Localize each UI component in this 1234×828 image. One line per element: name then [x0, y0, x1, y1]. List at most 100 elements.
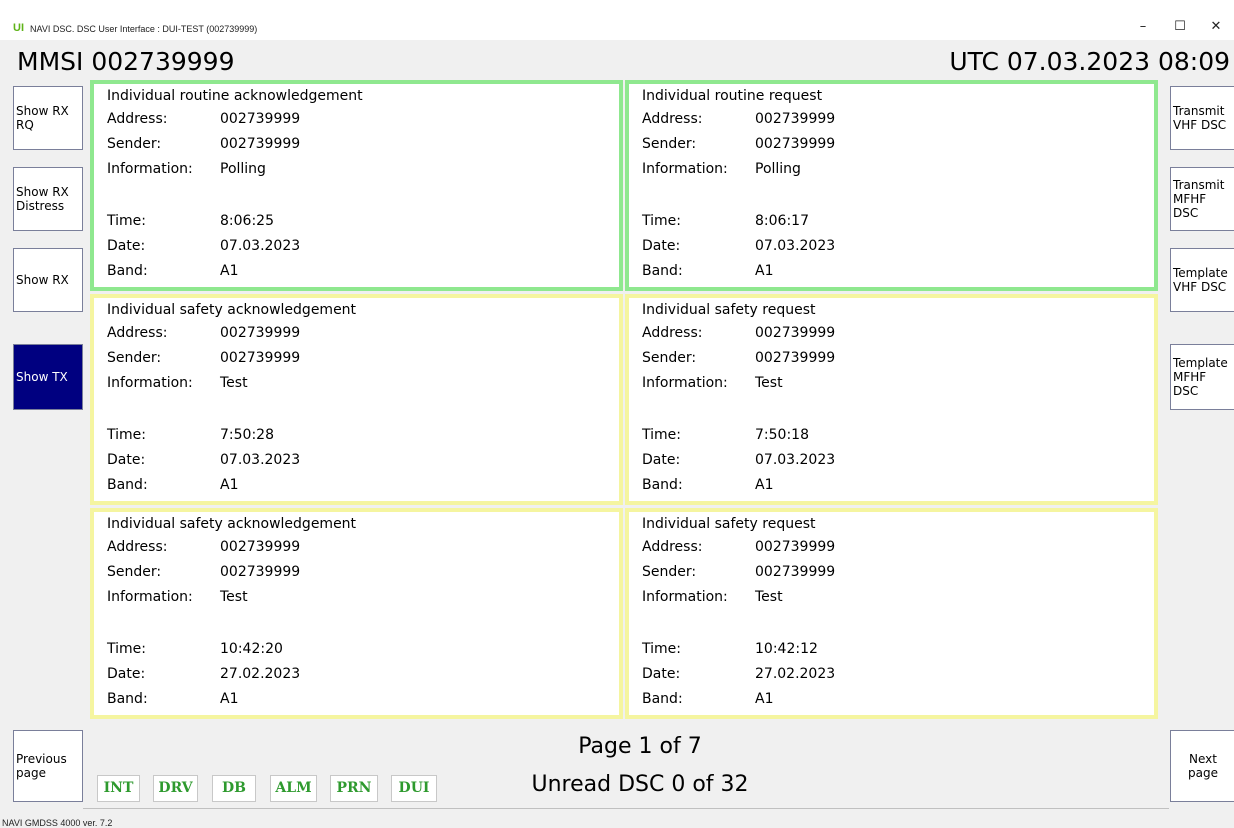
message-title: Individual routine request [642, 88, 823, 104]
field-value-information: Polling [220, 161, 266, 177]
field-value-sender: 002739999 [220, 564, 301, 580]
drv-button[interactable]: DRV [153, 775, 198, 802]
field-label-sender: Sender: [107, 136, 162, 152]
field-label-band: Band: [107, 691, 148, 707]
title-bar: UI NAVI DSC. DSC User Interface : DUI-TE… [0, 0, 1234, 40]
dsc-message-card[interactable]: Individual safety acknowledgement Address… [90, 508, 623, 719]
show-rx-rq-button[interactable]: Show RX RQ [13, 86, 83, 150]
int-button[interactable]: INT [97, 775, 140, 802]
unread-counter: Unread DSC 0 of 32 [531, 772, 749, 797]
transmit-mfhf-dsc-button[interactable]: Transmit MFHF DSC [1170, 167, 1234, 231]
minimize-button[interactable]: – [1130, 18, 1156, 36]
field-label-band: Band: [107, 477, 148, 493]
bottom-divider [83, 808, 1169, 809]
field-value-band: A1 [220, 477, 239, 493]
field-value-sender: 002739999 [220, 136, 301, 152]
field-label-address: Address: [107, 111, 168, 127]
show-rx-button[interactable]: Show RX [13, 248, 83, 312]
field-label-sender: Sender: [107, 564, 162, 580]
field-value-address: 002739999 [220, 111, 301, 127]
dsc-message-card[interactable]: Individual routine acknowledgement Addres… [90, 80, 623, 291]
close-button[interactable]: ✕ [1203, 18, 1229, 36]
field-value-time: 7:50:18 [755, 427, 809, 443]
show-tx-button[interactable]: Show TX [13, 344, 83, 410]
field-value-date: 27.02.2023 [755, 666, 836, 682]
field-label-address: Address: [642, 325, 703, 341]
field-value-band: A1 [220, 691, 239, 707]
transmit-vhf-dsc-button[interactable]: Transmit VHF DSC [1170, 86, 1234, 150]
page-indicator: Page 1 of 7 [578, 734, 702, 759]
field-value-date: 07.03.2023 [220, 452, 301, 468]
maximize-button[interactable]: ☐ [1167, 18, 1193, 36]
field-value-information: Test [220, 589, 248, 605]
field-value-information: Polling [755, 161, 801, 177]
field-value-sender: 002739999 [755, 350, 836, 366]
field-value-date: 07.03.2023 [220, 238, 301, 254]
template-vhf-dsc-button[interactable]: Template VHF DSC [1170, 248, 1234, 312]
field-label-sender: Sender: [642, 564, 697, 580]
template-mfhf-dsc-button[interactable]: Template MFHF DSC [1170, 344, 1234, 410]
field-label-sender: Sender: [642, 350, 697, 366]
dsc-message-card[interactable]: Individual safety acknowledgement Address… [90, 294, 623, 505]
field-label-information: Information: [642, 589, 728, 605]
field-label-sender: Sender: [642, 136, 697, 152]
prn-button[interactable]: PRN [330, 775, 378, 802]
window-title: NAVI DSC. DSC User Interface : DUI-TEST … [30, 24, 258, 34]
field-label-date: Date: [642, 238, 681, 254]
field-value-band: A1 [755, 691, 774, 707]
field-label-address: Address: [107, 325, 168, 341]
field-label-information: Information: [642, 375, 728, 391]
field-label-time: Time: [107, 427, 146, 443]
dsc-message-card[interactable]: Individual safety request Address: 0027399… [625, 294, 1158, 505]
field-label-date: Date: [642, 666, 681, 682]
field-value-date: 07.03.2023 [755, 452, 836, 468]
field-label-band: Band: [642, 477, 683, 493]
field-value-band: A1 [755, 477, 774, 493]
message-title: Individual routine acknowledgement [107, 88, 363, 104]
previous-page-button[interactable]: Previous page [13, 730, 83, 802]
message-title: Individual safety acknowledgement [107, 516, 357, 532]
field-value-time: 10:42:20 [220, 641, 283, 657]
field-label-time: Time: [107, 641, 146, 657]
field-value-sender: 002739999 [755, 564, 836, 580]
field-label-information: Information: [107, 589, 193, 605]
field-value-time: 7:50:28 [220, 427, 274, 443]
message-title: Individual safety acknowledgement [107, 302, 357, 318]
field-label-time: Time: [642, 427, 681, 443]
field-value-address: 002739999 [755, 111, 836, 127]
field-label-band: Band: [642, 263, 683, 279]
field-label-information: Information: [107, 161, 193, 177]
field-value-address: 002739999 [220, 325, 301, 341]
field-label-date: Date: [107, 452, 146, 468]
field-value-time: 8:06:17 [755, 213, 809, 229]
message-title: Individual safety request [642, 516, 816, 532]
message-title: Individual safety request [642, 302, 816, 318]
next-page-button[interactable]: Next page [1170, 730, 1234, 802]
field-value-band: A1 [220, 263, 239, 279]
field-label-address: Address: [642, 539, 703, 555]
field-value-band: A1 [755, 263, 774, 279]
dui-button[interactable]: DUI [391, 775, 437, 802]
field-label-address: Address: [107, 539, 168, 555]
field-value-time: 10:42:12 [755, 641, 818, 657]
mmsi-label: MMSI 002739999 [17, 47, 235, 76]
field-label-date: Date: [642, 452, 681, 468]
field-label-address: Address: [642, 111, 703, 127]
field-value-information: Test [755, 589, 783, 605]
field-value-time: 8:06:25 [220, 213, 274, 229]
field-value-address: 002739999 [755, 325, 836, 341]
field-label-band: Band: [642, 691, 683, 707]
field-value-address: 002739999 [755, 539, 836, 555]
field-label-information: Information: [642, 161, 728, 177]
field-label-date: Date: [107, 666, 146, 682]
field-label-time: Time: [642, 641, 681, 657]
db-button[interactable]: DB [212, 775, 256, 802]
show-rx-distress-button[interactable]: Show RX Distress [13, 167, 83, 231]
dsc-message-card[interactable]: Individual routine request Address: 002739… [625, 80, 1158, 291]
field-value-information: Test [220, 375, 248, 391]
field-value-date: 27.02.2023 [220, 666, 301, 682]
utc-clock: UTC 07.03.2023 08:09 [949, 47, 1230, 76]
field-value-address: 002739999 [220, 539, 301, 555]
alm-button[interactable]: ALM [270, 775, 317, 802]
dsc-message-card[interactable]: Individual safety request Address: 0027399… [625, 508, 1158, 719]
